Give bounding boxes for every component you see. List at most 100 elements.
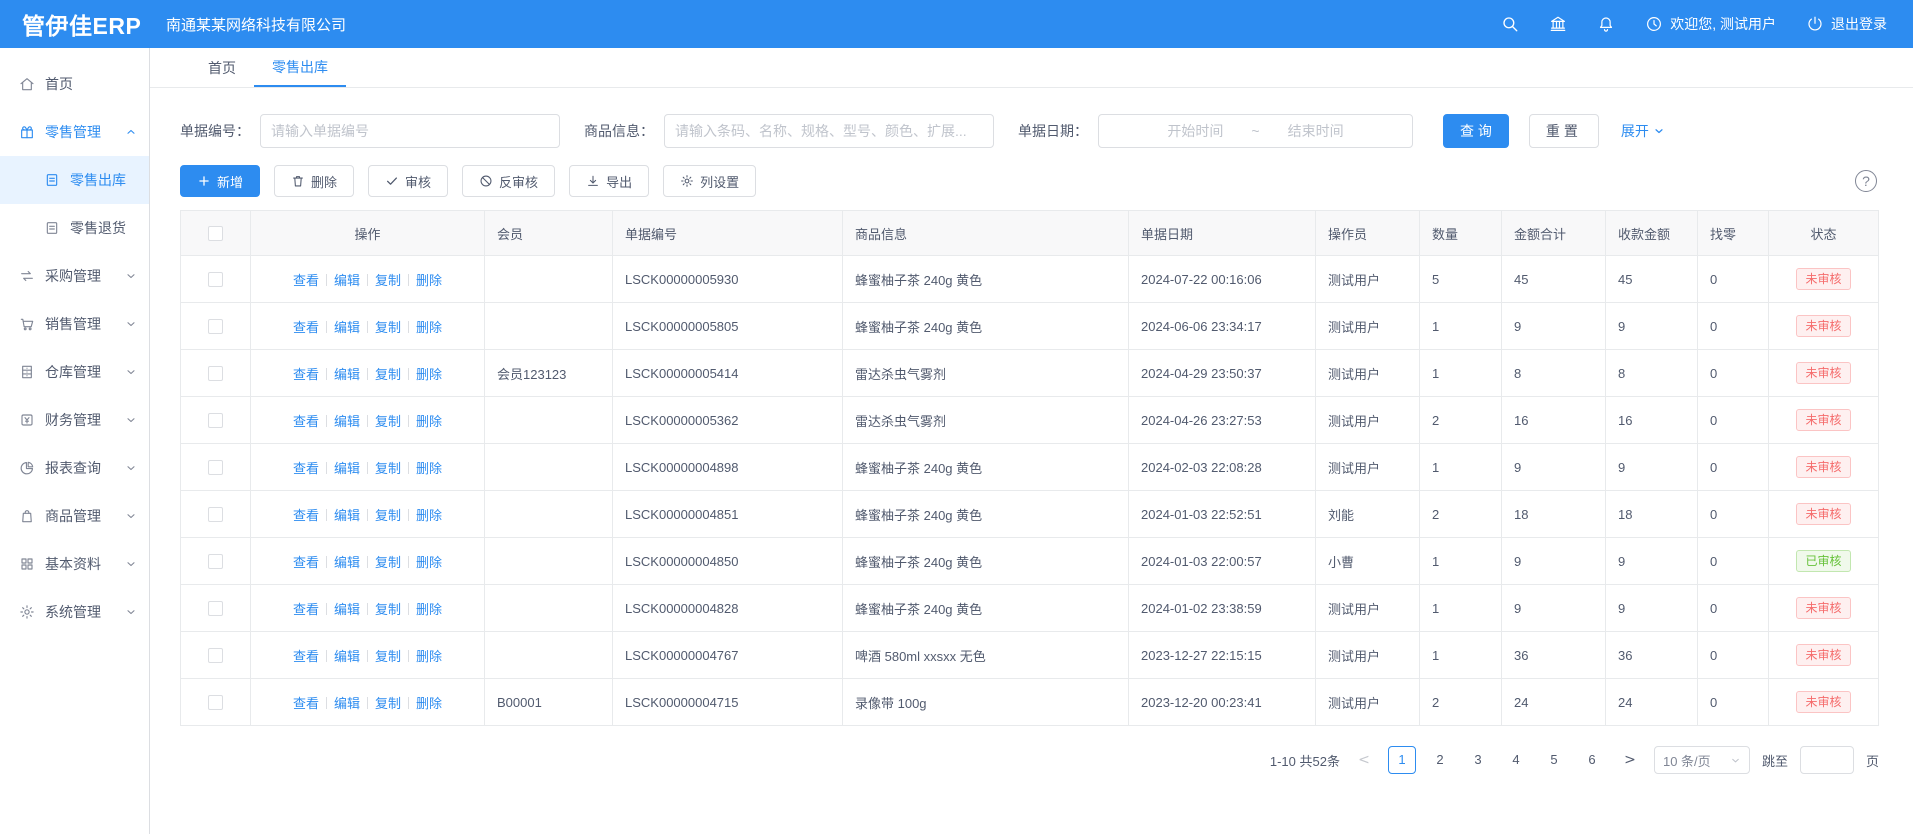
- row-checkbox[interactable]: [208, 460, 223, 475]
- date-range-input[interactable]: 开始时间 ~ 结束时间: [1098, 114, 1413, 148]
- row-action-copy[interactable]: 复制: [375, 461, 401, 476]
- user-menu[interactable]: 欢迎您, 测试用户: [1645, 14, 1776, 34]
- row-checkbox[interactable]: [208, 413, 223, 428]
- page-button-6[interactable]: 6: [1578, 746, 1606, 774]
- sidebar-item-report-query[interactable]: 报表查询: [0, 444, 149, 492]
- add-button[interactable]: 新增: [180, 165, 260, 197]
- order-no-input[interactable]: [260, 114, 560, 148]
- row-action-copy[interactable]: 复制: [375, 273, 401, 288]
- column-settings-button[interactable]: 列设置: [663, 165, 756, 197]
- sidebar-item-sales-mgmt[interactable]: 销售管理: [0, 300, 149, 348]
- row-checkbox[interactable]: [208, 366, 223, 381]
- row-action-copy[interactable]: 复制: [375, 367, 401, 382]
- row-action-edit[interactable]: 编辑: [334, 367, 360, 382]
- status-badge: 未审核: [1796, 691, 1850, 713]
- sidebar-item-basic-data[interactable]: 基本资料: [0, 540, 149, 588]
- row-checkbox[interactable]: [208, 272, 223, 287]
- row-action-view[interactable]: 查看: [293, 696, 319, 711]
- row-checkbox[interactable]: [208, 695, 223, 710]
- clock-icon: [1645, 15, 1663, 33]
- row-action-delete[interactable]: 删除: [416, 696, 442, 711]
- page-button-5[interactable]: 5: [1540, 746, 1568, 774]
- product-info-input[interactable]: [664, 114, 994, 148]
- select-all-checkbox[interactable]: [208, 226, 223, 241]
- row-checkbox[interactable]: [208, 648, 223, 663]
- help-icon[interactable]: ?: [1855, 170, 1877, 192]
- row-action-edit[interactable]: 编辑: [334, 461, 360, 476]
- row-action-delete[interactable]: 删除: [416, 414, 442, 429]
- row-action-view[interactable]: 查看: [293, 273, 319, 288]
- row-action-delete[interactable]: 删除: [416, 461, 442, 476]
- search-button[interactable]: 查 询: [1443, 114, 1509, 148]
- next-page-button[interactable]: >: [1618, 752, 1642, 768]
- unaudit-button[interactable]: 反审核: [462, 165, 555, 197]
- row-member: [485, 491, 613, 538]
- row-action-view[interactable]: 查看: [293, 367, 319, 382]
- page-button-2[interactable]: 2: [1426, 746, 1454, 774]
- row-action-edit[interactable]: 编辑: [334, 602, 360, 617]
- sidebar-item-product-mgmt[interactable]: 商品管理: [0, 492, 149, 540]
- row-checkbox[interactable]: [208, 601, 223, 616]
- download-icon: [586, 174, 600, 188]
- bell-icon[interactable]: [1597, 15, 1615, 33]
- row-member: [485, 303, 613, 350]
- sidebar-item-system-mgmt[interactable]: 系统管理: [0, 588, 149, 636]
- row-action-delete[interactable]: 删除: [416, 273, 442, 288]
- row-action-view[interactable]: 查看: [293, 414, 319, 429]
- row-action-edit[interactable]: 编辑: [334, 696, 360, 711]
- sidebar-item-retail-return[interactable]: 零售退货: [0, 204, 149, 252]
- row-action-copy[interactable]: 复制: [375, 696, 401, 711]
- row-action-view[interactable]: 查看: [293, 320, 319, 335]
- row-action-edit[interactable]: 编辑: [334, 508, 360, 523]
- row-action-copy[interactable]: 复制: [375, 602, 401, 617]
- prev-page-button[interactable]: <: [1352, 752, 1376, 768]
- sidebar-item-warehouse-mgmt[interactable]: 仓库管理: [0, 348, 149, 396]
- tab-retail-outbound[interactable]: 零售出库: [254, 48, 346, 87]
- row-action-delete[interactable]: 删除: [416, 508, 442, 523]
- row-action-view[interactable]: 查看: [293, 649, 319, 664]
- logout-button[interactable]: 退出登录: [1806, 14, 1887, 34]
- row-action-edit[interactable]: 编辑: [334, 555, 360, 570]
- row-action-delete[interactable]: 删除: [416, 649, 442, 664]
- delete-button[interactable]: 删除: [274, 165, 354, 197]
- search-icon[interactable]: [1501, 15, 1519, 33]
- sidebar-item-retail-outbound[interactable]: 零售出库: [0, 156, 149, 204]
- action-divider: [408, 321, 409, 333]
- row-action-copy[interactable]: 复制: [375, 414, 401, 429]
- row-action-view[interactable]: 查看: [293, 602, 319, 617]
- exchange-icon: [19, 268, 35, 284]
- sidebar-item-home[interactable]: 首页: [0, 60, 149, 108]
- row-action-view[interactable]: 查看: [293, 508, 319, 523]
- export-button[interactable]: 导出: [569, 165, 649, 197]
- reset-button[interactable]: 重置: [1529, 114, 1599, 148]
- row-action-delete[interactable]: 删除: [416, 367, 442, 382]
- row-action-edit[interactable]: 编辑: [334, 414, 360, 429]
- row-checkbox[interactable]: [208, 507, 223, 522]
- sidebar-item-retail-mgmt[interactable]: 零售管理: [0, 108, 149, 156]
- page-button-1[interactable]: 1: [1388, 746, 1416, 774]
- row-action-edit[interactable]: 编辑: [334, 649, 360, 664]
- expand-link[interactable]: 展开: [1621, 121, 1665, 141]
- row-action-edit[interactable]: 编辑: [334, 273, 360, 288]
- row-checkbox[interactable]: [208, 554, 223, 569]
- row-action-delete[interactable]: 删除: [416, 602, 442, 617]
- page-button-3[interactable]: 3: [1464, 746, 1492, 774]
- row-action-copy[interactable]: 复制: [375, 649, 401, 664]
- tab-home[interactable]: 首页: [190, 48, 254, 87]
- audit-button[interactable]: 审核: [368, 165, 448, 197]
- row-action-delete[interactable]: 删除: [416, 320, 442, 335]
- row-action-view[interactable]: 查看: [293, 461, 319, 476]
- row-action-copy[interactable]: 复制: [375, 508, 401, 523]
- bank-icon[interactable]: [1549, 15, 1567, 33]
- sidebar-item-purchase-mgmt[interactable]: 采购管理: [0, 252, 149, 300]
- sidebar-item-finance-mgmt[interactable]: 财务管理: [0, 396, 149, 444]
- jump-page-input[interactable]: [1800, 746, 1854, 774]
- row-action-copy[interactable]: 复制: [375, 320, 401, 335]
- row-action-edit[interactable]: 编辑: [334, 320, 360, 335]
- page-size-select[interactable]: 10 条/页: [1654, 746, 1750, 774]
- row-action-delete[interactable]: 删除: [416, 555, 442, 570]
- row-action-view[interactable]: 查看: [293, 555, 319, 570]
- row-checkbox[interactable]: [208, 319, 223, 334]
- row-action-copy[interactable]: 复制: [375, 555, 401, 570]
- page-button-4[interactable]: 4: [1502, 746, 1530, 774]
